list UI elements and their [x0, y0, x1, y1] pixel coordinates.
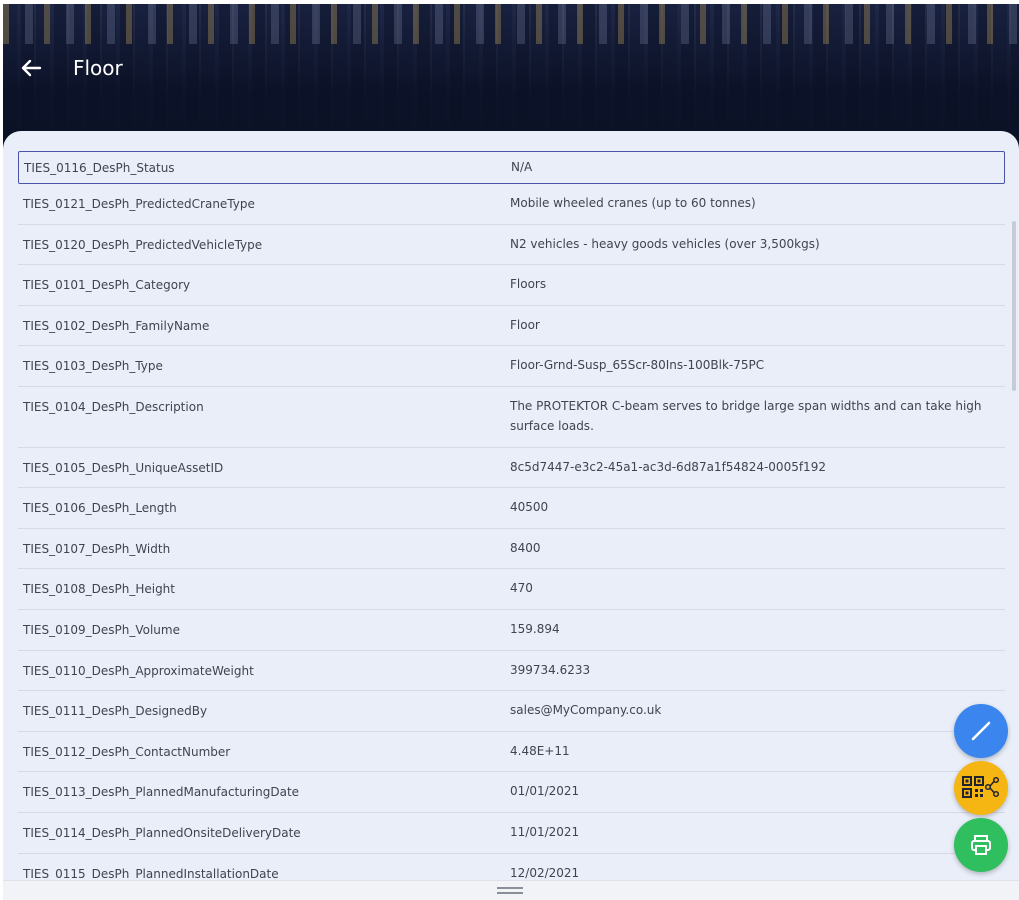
- table-row[interactable]: TIES_0102_DesPh_FamilyName Floor: [18, 306, 1005, 347]
- property-value: 399734.6233: [510, 662, 591, 677]
- property-value: N2 vehicles - heavy goods vehicles (over…: [510, 236, 820, 251]
- pencil-icon: [971, 721, 991, 741]
- table-row[interactable]: TIES_0111_DesPh_DesignedBy sales@MyCompa…: [18, 691, 1005, 732]
- properties-sheet[interactable]: TIES_0116_DesPh_Status N/A TIES_0121_Des…: [3, 131, 1019, 900]
- property-value: Floor-Grnd-Susp_65Scr-80Ins-100Blk-75PC: [510, 358, 765, 373]
- property-value: 01/01/2021: [510, 784, 580, 799]
- property-key: TIES_0112_DesPh_ContactNumber: [23, 744, 231, 759]
- qr-share-button[interactable]: [954, 761, 1008, 815]
- scrollbar[interactable]: [1012, 221, 1016, 391]
- printer-icon: [971, 835, 991, 855]
- property-value: 11/01/2021: [510, 824, 580, 839]
- table-row[interactable]: TIES_0105_DesPh_UniqueAssetID 8c5d7447-e…: [18, 448, 1005, 489]
- property-value: 40500: [510, 500, 549, 515]
- edit-button[interactable]: [954, 704, 1008, 758]
- table-row[interactable]: TIES_0116_DesPh_Status N/A: [18, 151, 1005, 184]
- property-key: TIES_0101_DesPh_Category: [23, 278, 191, 293]
- table-row[interactable]: TIES_0114_DesPh_PlannedOnsiteDeliveryDat…: [18, 813, 1005, 854]
- table-row[interactable]: TIES_0108_DesPh_Height 470: [18, 569, 1005, 610]
- table-row[interactable]: TIES_0121_DesPh_PredictedCraneType Mobil…: [18, 184, 1005, 225]
- property-key: TIES_0110_DesPh_ApproximateWeight: [23, 663, 254, 678]
- property-value: 159.894: [510, 621, 560, 636]
- arrow-left-icon: [21, 59, 42, 77]
- back-button[interactable]: [15, 54, 47, 82]
- properties-table: TIES_0116_DesPh_Status N/A TIES_0121_Des…: [18, 151, 1005, 895]
- property-key: TIES_0102_DesPh_FamilyName: [23, 318, 210, 333]
- page-title: Floor: [73, 56, 123, 80]
- table-row[interactable]: TIES_0101_DesPh_Category Floors: [18, 265, 1005, 306]
- table-row[interactable]: TIES_0120_DesPh_PredictedVehicleType N2 …: [18, 225, 1005, 266]
- property-value: 4.48E+11: [510, 743, 570, 758]
- property-value: The PROTEKTOR C-beam serves to bridge la…: [510, 398, 982, 433]
- property-key: TIES_0108_DesPh_Height: [23, 582, 175, 597]
- property-key: TIES_0120_DesPh_PredictedVehicleType: [23, 237, 263, 252]
- print-button[interactable]: [954, 818, 1008, 872]
- header-background-image: [3, 4, 1019, 44]
- table-row[interactable]: TIES_0110_DesPh_ApproximateWeight 399734…: [18, 651, 1005, 692]
- property-key: TIES_0121_DesPh_PredictedCraneType: [23, 197, 255, 211]
- property-value: Mobile wheeled cranes (up to 60 tonnes): [510, 196, 756, 210]
- property-value: Floors: [510, 277, 547, 292]
- qr-share-icon: [962, 776, 1000, 798]
- property-key: TIES_0114_DesPh_PlannedOnsiteDeliveryDat…: [23, 825, 301, 840]
- property-key: TIES_0105_DesPh_UniqueAssetID: [23, 460, 224, 475]
- property-value: N/A: [511, 160, 533, 174]
- property-value: sales@MyCompany.co.uk: [510, 703, 662, 718]
- table-row[interactable]: TIES_0109_DesPh_Volume 159.894: [18, 610, 1005, 651]
- property-key: TIES_0104_DesPh_Description: [23, 399, 204, 414]
- property-value: 8c5d7447-e3c2-45a1-ac3d-6d87a1f54824-000…: [510, 459, 826, 474]
- table-row[interactable]: TIES_0107_DesPh_Width 8400: [18, 529, 1005, 570]
- table-row[interactable]: TIES_0103_DesPh_Type Floor-Grnd-Susp_65S…: [18, 346, 1005, 387]
- table-row[interactable]: TIES_0113_DesPh_PlannedManufacturingDate…: [18, 772, 1005, 813]
- property-value: 470: [510, 581, 533, 596]
- table-row[interactable]: TIES_0104_DesPh_Description The PROTEKTO…: [18, 387, 1005, 448]
- property-value: 8400: [510, 540, 541, 555]
- property-value: Floor: [510, 317, 540, 332]
- bottom-bar: [3, 880, 1019, 900]
- drag-handle-icon[interactable]: [497, 887, 523, 894]
- property-key: TIES_0109_DesPh_Volume: [23, 622, 180, 637]
- property-key: TIES_0107_DesPh_Width: [23, 541, 171, 556]
- property-key: TIES_0111_DesPh_DesignedBy: [23, 704, 208, 719]
- property-key: TIES_0103_DesPh_Type: [23, 359, 163, 374]
- table-row[interactable]: TIES_0112_DesPh_ContactNumber 4.48E+11: [18, 732, 1005, 773]
- table-row[interactable]: TIES_0106_DesPh_Length 40500: [18, 488, 1005, 529]
- property-key: TIES_0116_DesPh_Status: [24, 161, 175, 175]
- property-key: TIES_0106_DesPh_Length: [23, 501, 177, 516]
- property-key: TIES_0113_DesPh_PlannedManufacturingDate: [23, 785, 300, 800]
- app-window: Floor TIES_0116_DesPh_Status N/A TIES_01…: [3, 4, 1019, 900]
- property-key: TIES_0115_DesPh_PlannedInstallationDate: [23, 866, 279, 881]
